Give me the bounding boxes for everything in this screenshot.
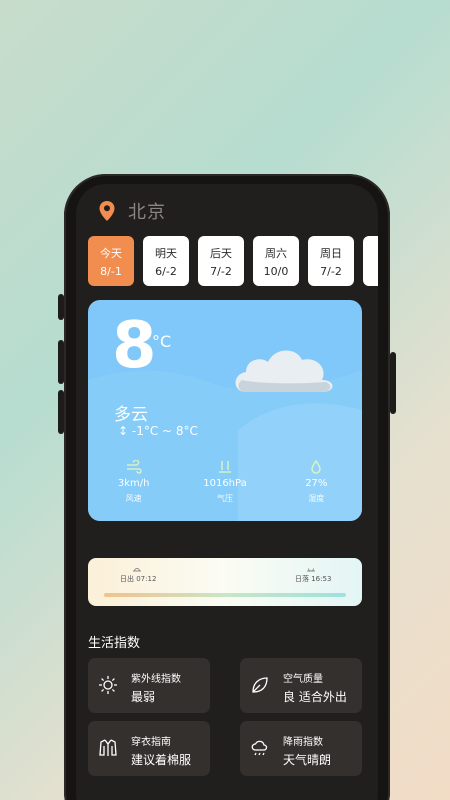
- day-name: 周日: [320, 246, 342, 260]
- sunset-icon: [307, 568, 315, 572]
- location-pin-icon: [99, 201, 115, 221]
- coat-icon: [99, 739, 117, 756]
- current-temperature: 8: [112, 309, 157, 383]
- life-index-title: 生活指数: [88, 636, 141, 651]
- forecast-day-tabs: 今天 8/-1 明天 6/-2 后天 7/-2 周六 10/0 周日 7/-2 …: [88, 236, 378, 286]
- sunrise-time: 日出 07:12: [120, 575, 157, 583]
- phone-side-button: [390, 352, 396, 414]
- life-tile-rain[interactable]: 降雨指数 天气晴朗: [240, 721, 362, 776]
- air-value: 良 适合外出: [283, 690, 347, 704]
- location-header[interactable]: 北京: [98, 198, 166, 224]
- day-temps: 7/-2: [210, 264, 232, 278]
- stat-humidity: 27% 湿度: [276, 460, 356, 504]
- phone-side-button: [58, 390, 64, 434]
- humidity-label: 湿度: [308, 494, 325, 503]
- pressure-label: 气压: [216, 494, 233, 503]
- current-weather-card: 8 °C 多云 ↕ -1°C ~ 8°C 3km/h 风速 1016hPa 气压: [88, 300, 362, 521]
- temperature-unit: °C: [152, 332, 172, 351]
- pressure-value: 1016hPa: [203, 478, 247, 489]
- wind-icon: [126, 460, 142, 474]
- weather-stats: 3km/h 风速 1016hPa 气压 27% 湿度: [88, 460, 362, 504]
- sunset-time: 日落 16:53: [295, 575, 332, 583]
- day-name: 今天: [100, 246, 122, 260]
- day-tab-sunday[interactable]: 周日 7/-2: [308, 236, 354, 286]
- rain-title: 降雨指数: [283, 737, 323, 748]
- cloud-icon: [235, 350, 333, 392]
- clothing-value: 建议着棉服: [131, 753, 192, 767]
- day-tab-saturday[interactable]: 周六 10/0: [253, 236, 299, 286]
- daylight-progress-bar: [104, 593, 346, 597]
- city-name: 北京: [128, 202, 166, 223]
- uv-sun-icon: [99, 676, 117, 694]
- phone-side-button: [58, 340, 64, 384]
- day-temps: 10/0: [263, 264, 289, 278]
- day-tab-next[interactable]: 周 4: [363, 236, 378, 286]
- pressure-icon: [218, 461, 231, 473]
- day-temps: 8/-1: [100, 264, 122, 278]
- uv-title: 紫外线指数: [131, 674, 181, 685]
- day-name: 明天: [155, 246, 177, 260]
- day-tab-tomorrow[interactable]: 明天 6/-2: [143, 236, 189, 286]
- life-tile-clothing[interactable]: 穿衣指南 建议着棉服: [88, 721, 210, 776]
- day-name: 周六: [265, 246, 287, 260]
- life-tile-air[interactable]: 空气质量 良 适合外出: [240, 658, 362, 713]
- wind-label: 风速: [125, 494, 142, 503]
- wind-speed: 3km/h: [117, 478, 150, 489]
- day-tab-day-after[interactable]: 后天 7/-2: [198, 236, 244, 286]
- stat-pressure: 1016hPa 气压: [185, 460, 265, 504]
- leaf-icon: [252, 677, 268, 693]
- rain-cloud-icon: [251, 740, 268, 756]
- day-tab-today[interactable]: 今天 8/-1: [88, 236, 134, 286]
- sunrise-icon: [133, 568, 141, 572]
- day-temps: 6/-2: [155, 264, 177, 278]
- humidity-icon: [311, 460, 322, 474]
- rain-value: 天气晴朗: [283, 753, 332, 767]
- temperature-range: ↕ -1°C ~ 8°C: [118, 424, 198, 438]
- air-title: 空气质量: [283, 674, 323, 685]
- uv-value: 最弱: [131, 690, 156, 704]
- stat-wind: 3km/h 风速: [94, 460, 174, 504]
- day-temps: 7/-2: [320, 264, 342, 278]
- sunrise-sunset-bar: 日出 07:12 日落 16:53: [88, 558, 362, 606]
- life-tile-uv[interactable]: 紫外线指数 最弱: [88, 658, 210, 713]
- app-screen: 北京 今天 8/-1 明天 6/-2 后天 7/-2 周六 10/0 周日 7/…: [76, 184, 378, 800]
- weather-condition: 多云: [114, 405, 148, 425]
- humidity-value: 27%: [305, 478, 328, 489]
- clothing-title: 穿衣指南: [131, 737, 171, 748]
- day-name: 后天: [210, 246, 232, 260]
- phone-side-button: [58, 294, 64, 320]
